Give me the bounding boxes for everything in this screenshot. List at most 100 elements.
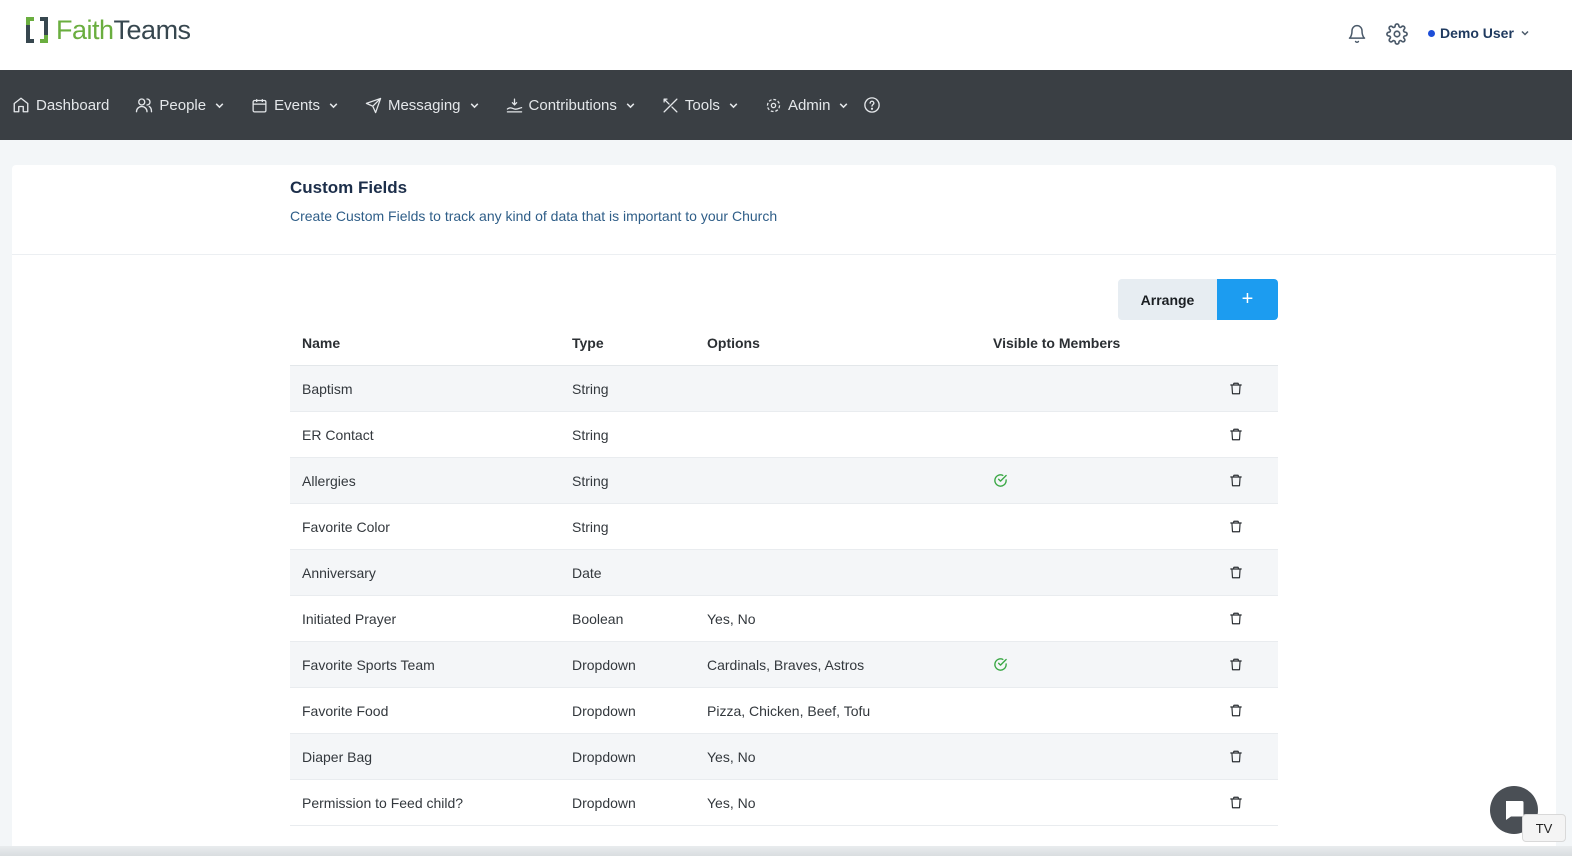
field-actions	[1229, 611, 1278, 626]
field-type: String	[572, 426, 609, 443]
field-visibility	[993, 657, 1229, 672]
field-actions	[1229, 795, 1278, 810]
help-circle-icon[interactable]	[863, 96, 881, 114]
page-subtitle: Create Custom Fields to track any kind o…	[290, 208, 778, 224]
field-visibility	[993, 473, 1229, 488]
nav-events[interactable]: Events	[251, 85, 339, 125]
column-header-options[interactable]: Options	[707, 335, 993, 351]
nav-contributions[interactable]: Contributions	[506, 85, 636, 125]
field-type: Dropdown	[572, 656, 636, 673]
bottom-edge	[0, 846, 1572, 856]
field-type: String	[572, 380, 609, 397]
field-options: Pizza, Chicken, Beef, Tofu	[707, 702, 871, 719]
tv-badge[interactable]: TV	[1522, 814, 1566, 842]
column-header-visible[interactable]: Visible to Members	[993, 335, 1229, 351]
trash-icon[interactable]	[1229, 381, 1243, 396]
field-name: Favorite Color	[302, 518, 390, 535]
brand-logo[interactable]: FaithTeams	[24, 14, 191, 46]
field-actions	[1229, 427, 1278, 442]
trash-icon[interactable]	[1229, 657, 1243, 672]
brand-name-part1: Faith	[56, 15, 114, 45]
chevron-down-icon	[729, 102, 738, 108]
table-row[interactable]: ER Contact String	[290, 412, 1278, 458]
check-circle-icon	[993, 657, 1008, 672]
field-type: String	[572, 518, 609, 535]
gear-icon	[766, 98, 781, 112]
field-name: ER Contact	[302, 426, 374, 443]
bell-icon[interactable]	[1346, 23, 1368, 45]
page-title: Custom Fields	[290, 178, 408, 197]
trash-icon[interactable]	[1229, 795, 1243, 810]
hand-coin-icon	[506, 97, 522, 113]
trash-icon[interactable]	[1229, 427, 1243, 442]
nav-messaging[interactable]: Messaging	[365, 85, 480, 125]
table-body: Baptism String ER Contact String Allergies St…	[290, 366, 1278, 826]
trash-icon[interactable]	[1229, 611, 1243, 626]
table-row[interactable]: Anniversary Date	[290, 550, 1278, 596]
brand-name: FaithTeams	[56, 14, 191, 46]
table-row[interactable]: Favorite Sports Team Dropdown Cardinals, B…	[290, 642, 1278, 688]
table-row[interactable]: Permission to Feed child? Dropdown Yes, No	[290, 780, 1278, 826]
chevron-down-icon	[329, 102, 338, 108]
field-actions	[1229, 519, 1278, 534]
field-options: Yes, No	[707, 794, 756, 811]
card-header: Custom Fields Create Custom Fields to tr…	[12, 165, 1556, 255]
arrange-button[interactable]: Arrange	[1118, 279, 1217, 320]
brand-name-part2: Teams	[113, 15, 192, 45]
logo-mark-icon	[26, 17, 48, 43]
nav-label: Admin	[787, 96, 831, 114]
field-name: Permission to Feed child?	[302, 794, 464, 811]
field-actions	[1229, 381, 1278, 396]
trash-icon[interactable]	[1229, 749, 1243, 764]
table-row[interactable]: Baptism String	[290, 366, 1278, 412]
column-header-name[interactable]: Name	[290, 335, 572, 351]
field-options: Yes, No	[707, 748, 756, 765]
table-header: Name Type Options Visible to Members	[290, 320, 1278, 366]
nav-admin[interactable]: Admin	[765, 85, 850, 125]
table-row[interactable]: Diaper Bag Dropdown Yes, No	[290, 734, 1278, 780]
field-type: Date	[572, 564, 602, 581]
nav-label: Messaging	[387, 96, 461, 114]
trash-icon[interactable]	[1229, 519, 1243, 534]
table-row[interactable]: Allergies String	[290, 458, 1278, 504]
home-icon	[13, 97, 29, 113]
people-icon	[136, 98, 153, 113]
field-name: Allergies	[302, 472, 356, 489]
tools-icon	[663, 97, 678, 113]
custom-fields-table: Name Type Options Visible to Members Bap…	[290, 320, 1278, 826]
table-row[interactable]: Favorite Food Dropdown Pizza, Chicken, Bee…	[290, 688, 1278, 734]
gear-icon[interactable]	[1386, 23, 1408, 45]
nav-label: Events	[274, 96, 320, 114]
table-row[interactable]: Favorite Color String	[290, 504, 1278, 550]
chevron-down-icon	[840, 102, 848, 108]
custom-fields-card: Custom Fields Create Custom Fields to tr…	[12, 165, 1556, 856]
field-name: Anniversary	[302, 564, 376, 581]
check-circle-icon	[993, 473, 1008, 488]
nav-people[interactable]: People	[135, 85, 225, 125]
table-row[interactable]: Initiated Prayer Boolean Yes, No	[290, 596, 1278, 642]
field-type: Dropdown	[572, 702, 636, 719]
nav-label: Tools	[684, 96, 720, 114]
field-actions	[1229, 749, 1278, 764]
field-name: Baptism	[302, 380, 353, 397]
field-type: Dropdown	[572, 748, 636, 765]
field-name: Initiated Prayer	[302, 610, 397, 627]
add-field-button[interactable]: +	[1217, 279, 1278, 320]
main-nav: Dashboard People Events Messaging Contri…	[0, 70, 1572, 140]
field-name: Favorite Food	[302, 702, 389, 719]
field-actions	[1229, 657, 1278, 672]
field-type: String	[572, 472, 609, 489]
field-name: Favorite Sports Team	[302, 656, 435, 673]
field-options: Yes, No	[707, 610, 756, 627]
nav-dashboard[interactable]: Dashboard	[12, 85, 109, 125]
calendar-icon	[252, 98, 267, 113]
trash-icon[interactable]	[1229, 565, 1243, 580]
trash-icon[interactable]	[1229, 703, 1243, 718]
user-menu[interactable]: Demo User	[1428, 25, 1530, 41]
column-header-type[interactable]: Type	[572, 335, 707, 351]
chevron-down-icon	[626, 102, 635, 108]
nav-tools[interactable]: Tools	[662, 85, 739, 125]
trash-icon[interactable]	[1229, 473, 1243, 488]
chevron-down-icon	[1521, 30, 1529, 36]
field-type: Dropdown	[572, 794, 636, 811]
